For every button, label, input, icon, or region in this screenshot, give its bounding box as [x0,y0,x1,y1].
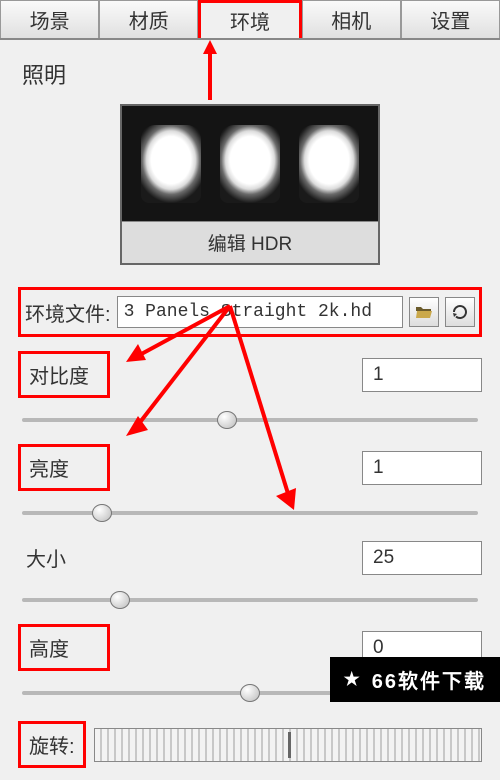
brightness-value[interactable]: 1 [362,451,482,485]
tab-camera[interactable]: 相机 [302,0,401,38]
watermark: ★ 66软件下载 [330,657,500,702]
brightness-row: 亮度 1 [18,444,482,491]
environment-file-input[interactable]: 3 Panels Straight 2k.hd [117,296,403,328]
contrast-row: 对比度 1 [18,351,482,398]
size-slider[interactable] [18,588,482,610]
tab-scene[interactable]: 场景 [0,0,99,38]
folder-open-icon [415,304,433,320]
hdr-preview-image [122,106,378,221]
rotate-dial[interactable] [94,728,482,762]
tab-environment[interactable]: 环境 [198,0,301,38]
brightness-slider[interactable] [18,501,482,523]
lighting-title: 照明 [22,58,482,90]
contrast-slider[interactable] [18,408,482,430]
size-value[interactable]: 25 [362,541,482,575]
watermark-text: 66软件下载 [372,665,486,694]
refresh-button[interactable] [445,297,475,327]
hdr-light-panel [141,125,201,203]
contrast-value[interactable]: 1 [362,358,482,392]
hdr-light-panel [299,125,359,203]
top-tabs: 场景 材质 环境 相机 设置 [0,0,500,40]
height-label: 高度 [18,624,110,671]
contrast-label: 对比度 [18,351,110,398]
star-icon: ★ [344,669,362,690]
edit-hdr-button[interactable]: 编辑 HDR [122,221,378,263]
refresh-icon [451,303,469,321]
tab-settings[interactable]: 设置 [401,0,500,38]
open-file-button[interactable] [409,297,439,327]
hdr-light-panel [220,125,280,203]
rotate-label: 旋转: [18,721,86,768]
tab-material[interactable]: 材质 [99,0,198,38]
environment-file-label: 环境文件: [25,298,111,327]
rotate-row: 旋转: [18,721,482,768]
size-label: 大小 [18,537,110,578]
hdr-preview[interactable]: 编辑 HDR [120,104,380,265]
environment-file-row: 环境文件: 3 Panels Straight 2k.hd [18,287,482,337]
brightness-label: 亮度 [18,444,110,491]
size-row: 大小 25 [18,537,482,578]
